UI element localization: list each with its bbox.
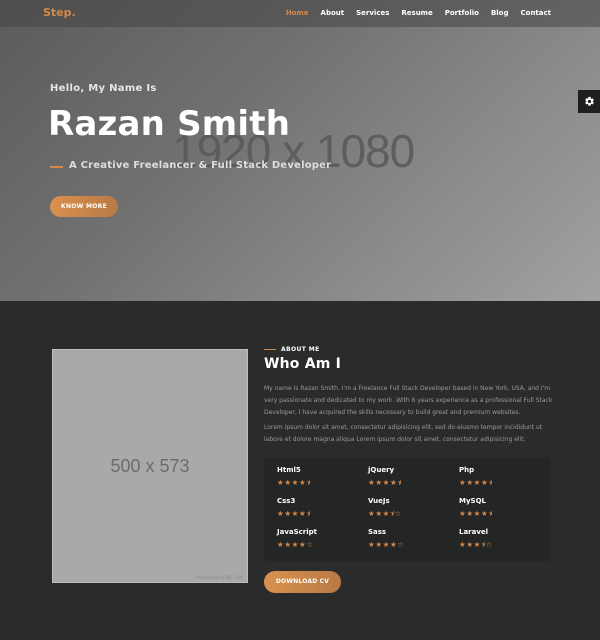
star-rating-icon: ★★★⯨☆: [368, 509, 402, 518]
skill-name: Sass: [368, 528, 387, 536]
about-image-credit: Powered by HTML.COM: [196, 575, 243, 580]
star-rating-icon: ★★★⯨☆: [459, 540, 493, 549]
hero-greeting: Hello, My Name Is: [50, 83, 157, 94]
skill-item: JavaScript ★★★★☆: [277, 528, 357, 550]
nav-item-resume[interactable]: Resume: [401, 9, 432, 17]
skill-name: jQuery: [368, 466, 395, 474]
star-rating-icon: ★★★★⯨: [459, 478, 493, 487]
about-section: 500 x 573 Powered by HTML.COM ABOUT ME W…: [0, 301, 600, 640]
site-logo[interactable]: Step.: [43, 6, 76, 19]
skill-name: Php: [459, 466, 475, 474]
nav-item-portfolio[interactable]: Portfolio: [445, 9, 479, 17]
nav-item-home[interactable]: Home: [286, 9, 309, 17]
about-paragraph-2: Lorem ipsum dolor sit amet, consectetur …: [264, 424, 543, 444]
skill-item: Laravel ★★★⯨☆: [459, 528, 539, 550]
star-rating-icon: ★★★★⯨: [277, 478, 311, 487]
nav-item-services[interactable]: Services: [356, 9, 389, 17]
skill-name: VueJs: [368, 497, 390, 505]
about-tag-line: [264, 349, 276, 350]
skill-item: jQuery ★★★★⯨: [368, 466, 448, 488]
skill-item: Php ★★★★⯨: [459, 466, 539, 488]
skill-name: Html5: [277, 466, 301, 474]
skill-item: VueJs ★★★⯨☆: [368, 497, 448, 519]
skill-name: Laravel: [459, 528, 489, 536]
skills-grid: Html5 ★★★★⯨ jQuery ★★★★⯨ Php ★★★★⯨ Css3 …: [264, 457, 551, 561]
skill-item: MySQL ★★★★⯨: [459, 497, 539, 519]
nav-item-about[interactable]: About: [321, 9, 345, 17]
settings-toggle-button[interactable]: [578, 90, 600, 113]
skill-name: Css3: [277, 497, 296, 505]
skill-item: Html5 ★★★★⯨: [277, 466, 357, 488]
nav-menu: Home About Services Resume Portfolio Blo…: [274, 9, 551, 17]
hero-name: Razan Smith: [48, 104, 291, 144]
know-more-button[interactable]: KNOW MORE: [50, 196, 118, 217]
hero-subtitle: A Creative Freelancer & Full Stack Devel…: [69, 160, 332, 171]
gear-icon: [584, 96, 594, 106]
nav-item-blog[interactable]: Blog: [491, 9, 509, 17]
star-rating-icon: ★★★★☆: [368, 540, 405, 549]
navbar: Step. Home About Services Resume Portfol…: [0, 0, 600, 27]
subtitle-accent-line: [50, 166, 63, 168]
skill-name: JavaScript: [277, 528, 318, 536]
star-rating-icon: ★★★★⯨: [277, 509, 311, 518]
download-cv-button[interactable]: DOWNLOAD CV: [264, 571, 341, 593]
skill-item: Css3 ★★★★⯨: [277, 497, 357, 519]
about-tag: ABOUT ME: [281, 346, 320, 353]
about-paragraph-1: My name is Razan Smith. I'm a Freelance …: [264, 385, 553, 417]
star-rating-icon: ★★★★⯨: [459, 509, 493, 518]
about-title: Who Am I: [264, 356, 342, 372]
star-rating-icon: ★★★★☆: [277, 540, 314, 549]
about-image-placeholder: 500 x 573: [110, 456, 190, 476]
skill-name: MySQL: [459, 497, 486, 505]
star-rating-icon: ★★★★⯨: [368, 478, 402, 487]
hero-section: 1920 x 1080 Step. Home About Services Re…: [0, 0, 600, 301]
skill-item: Sass ★★★★☆: [368, 528, 448, 550]
nav-item-contact[interactable]: Contact: [521, 9, 552, 17]
about-image: 500 x 573 Powered by HTML.COM: [52, 349, 248, 583]
